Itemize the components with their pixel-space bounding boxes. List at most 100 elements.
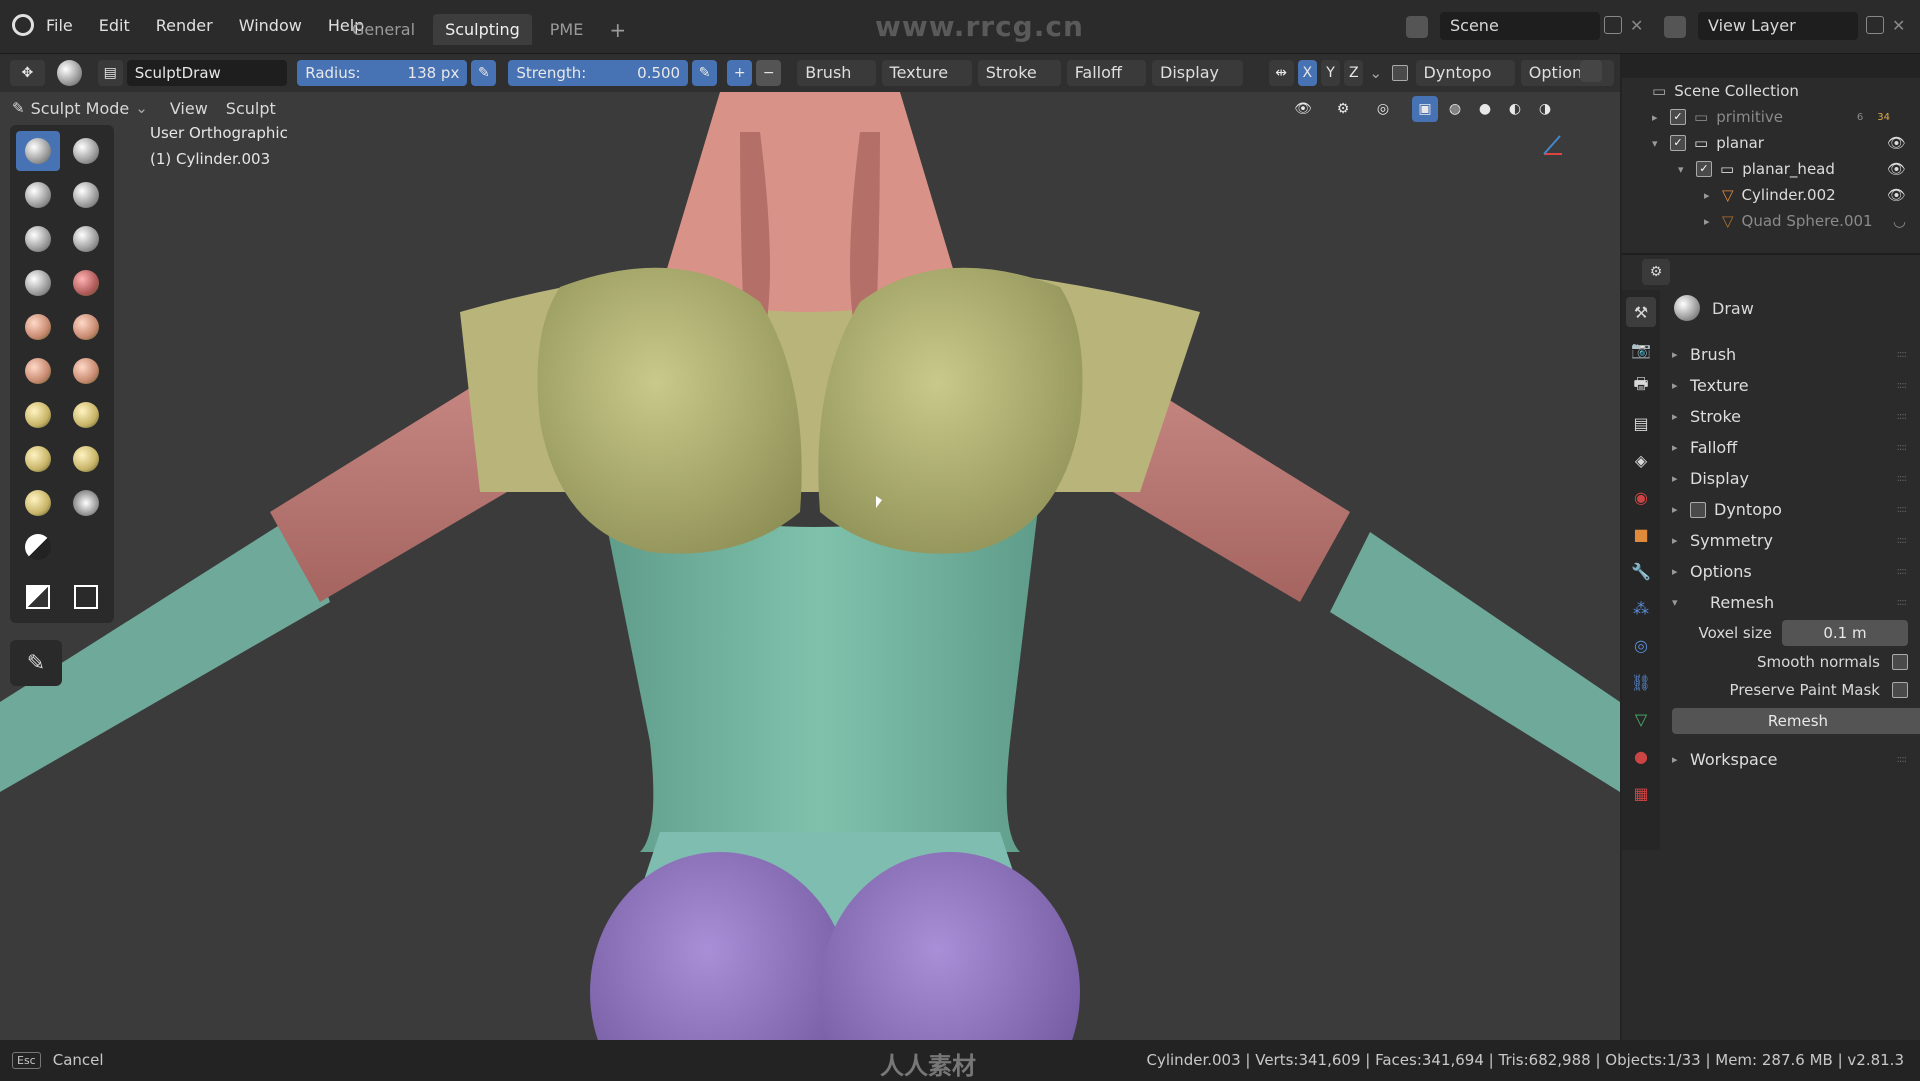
panel-falloff[interactable]: ▸ Falloff::::	[1672, 432, 1914, 463]
blob-tool[interactable]	[16, 263, 60, 303]
tool-settings-toggle-icon[interactable]	[1580, 60, 1602, 82]
close-view-layer-icon[interactable]: ✕	[1892, 16, 1905, 35]
symmetry-chevron-icon[interactable]: ⌄	[1369, 64, 1382, 82]
stroke-dropdown[interactable]: Stroke ⌄	[977, 60, 1061, 108]
box-mask-tool[interactable]	[16, 577, 60, 617]
texture-dropdown[interactable]: Texture ⌄	[881, 60, 972, 108]
collapse-arrow-icon[interactable]: ▾	[1678, 163, 1696, 176]
display-dropdown[interactable]: Display ⌄	[1152, 60, 1243, 108]
view-layer-selector[interactable]: View Layer	[1698, 12, 1858, 40]
view-layer-icon[interactable]	[1664, 16, 1686, 38]
new-scene-icon[interactable]	[1604, 16, 1622, 34]
panel-options[interactable]: ▸ Options::::	[1672, 556, 1914, 587]
sculpt-menu[interactable]: Sculpt	[226, 99, 276, 118]
clay-strips-tool[interactable]	[64, 175, 108, 215]
snake-hook-tool[interactable]	[16, 439, 60, 479]
panel-brush[interactable]: ▸ Brush::::	[1672, 339, 1914, 370]
flatten-tool[interactable]	[64, 307, 108, 347]
properties-editor-type-icon[interactable]: ⚙	[1642, 259, 1670, 285]
rotate-tool[interactable]	[16, 483, 60, 523]
scene-icon[interactable]	[1406, 16, 1428, 38]
box-hide-tool[interactable]	[64, 577, 108, 617]
add-direction-button[interactable]: +	[727, 60, 753, 86]
dyntopo-panel-checkbox[interactable]	[1690, 501, 1706, 518]
outliner-row-planar-head[interactable]: ▾ ✓ ▭ planar_head 👁	[1622, 156, 1920, 182]
3d-viewport[interactable]: User Orthographic (1) Cylinder.003	[0, 92, 1620, 1040]
tool-tab-icon[interactable]: ⚒	[1626, 297, 1656, 327]
simplify-tool[interactable]	[64, 483, 108, 523]
axis-gizmo-icon[interactable]	[1540, 132, 1566, 158]
brush-preview-icon[interactable]	[56, 60, 82, 86]
primitive-checkbox[interactable]: ✓	[1670, 109, 1686, 125]
annotate-tool-icon[interactable]: ✎	[10, 640, 62, 686]
particles-tab-icon[interactable]: ⁂	[1626, 593, 1656, 623]
preserve-mask-checkbox[interactable]	[1892, 682, 1908, 698]
texture-tab-icon[interactable]: ▦	[1626, 778, 1656, 808]
visibility-eye-icon[interactable]: 👁	[1887, 134, 1906, 152]
scene-tab-icon[interactable]: ◈	[1626, 445, 1656, 475]
outliner-row-quad-sphere[interactable]: ▸ ▽ Quad Sphere.001 ◡	[1622, 208, 1920, 234]
crease-tool[interactable]	[64, 263, 108, 303]
rendered-shading-icon[interactable]: ◑	[1532, 96, 1558, 122]
voxel-size-field[interactable]: 0.1 m	[1782, 620, 1908, 646]
draw-sharp-tool[interactable]	[64, 131, 108, 171]
gizmo-icon[interactable]: ⚙	[1330, 96, 1356, 122]
planar-checkbox[interactable]: ✓	[1670, 135, 1686, 151]
brush-dropdown[interactable]: Brush ⌄	[797, 60, 876, 108]
tab-pme[interactable]: PME	[538, 14, 596, 45]
expand-arrow-icon[interactable]: ▸	[1704, 189, 1722, 202]
scene-collection-row[interactable]: ▭ Scene Collection	[1622, 78, 1920, 104]
mirror-x-toggle[interactable]: X	[1297, 60, 1317, 86]
expand-arrow-icon[interactable]: ▸	[1652, 111, 1670, 124]
dyntopo-dropdown[interactable]: Dyntopo ⌄	[1415, 60, 1515, 108]
object-tab-icon[interactable]: ■	[1626, 519, 1656, 549]
outliner-row-cylinder-002[interactable]: ▸ ▽ Cylinder.002 👁	[1622, 182, 1920, 208]
tab-general[interactable]: General	[340, 14, 427, 45]
new-view-layer-icon[interactable]	[1866, 16, 1884, 34]
symmetry-icon[interactable]: ⇹	[1268, 60, 1294, 86]
strength-field[interactable]: Strength: 0.500	[508, 60, 689, 86]
output-tab-icon[interactable]: 🖶	[1626, 371, 1656, 401]
solid-shading-icon[interactable]: ●	[1472, 96, 1498, 122]
panel-stroke[interactable]: ▸ Stroke::::	[1672, 401, 1914, 432]
scrape-tool[interactable]	[64, 351, 108, 391]
mask-tool[interactable]	[16, 527, 60, 567]
add-workspace-button[interactable]: +	[601, 16, 634, 44]
visibility-eye-icon[interactable]: ◡	[1893, 212, 1906, 230]
outliner-row-primitive[interactable]: ▸ ✓ ▭ primitive 6 34	[1622, 104, 1920, 130]
menu-window[interactable]: Window	[239, 16, 302, 35]
visibility-eye-icon[interactable]: 👁	[1887, 160, 1906, 178]
modifier-tab-icon[interactable]: 🔧	[1626, 556, 1656, 586]
overlays-icon[interactable]: ◎	[1370, 96, 1396, 122]
menu-edit[interactable]: Edit	[99, 16, 130, 35]
falloff-dropdown[interactable]: Falloff ⌄	[1066, 60, 1147, 108]
material-tab-icon[interactable]: ●	[1626, 741, 1656, 771]
world-tab-icon[interactable]: ◉	[1626, 482, 1656, 512]
subtract-direction-button[interactable]: −	[756, 60, 782, 86]
remesh-button[interactable]: Remesh	[1672, 708, 1920, 734]
scene-selector[interactable]: Scene	[1440, 12, 1600, 40]
planar-head-checkbox[interactable]: ✓	[1696, 161, 1712, 177]
mirror-z-toggle[interactable]: Z	[1344, 60, 1364, 86]
pinch-tool[interactable]	[16, 395, 60, 435]
editor-type-icon[interactable]: ✥	[10, 60, 45, 86]
menu-render[interactable]: Render	[156, 16, 213, 35]
close-scene-icon[interactable]: ✕	[1630, 16, 1643, 35]
panel-symmetry[interactable]: ▸ Symmetry::::	[1672, 525, 1914, 556]
constraints-tab-icon[interactable]: ⛓	[1626, 667, 1656, 697]
view-menu[interactable]: View	[170, 99, 208, 118]
smooth-normals-checkbox[interactable]	[1892, 654, 1908, 670]
grab-tool[interactable]	[64, 395, 108, 435]
strength-pressure-icon[interactable]: ✎	[692, 60, 718, 86]
dyntopo-checkbox[interactable]	[1392, 65, 1408, 81]
physics-tab-icon[interactable]: ◎	[1626, 630, 1656, 660]
mode-chevron-icon[interactable]: ⌄	[135, 99, 148, 117]
mirror-y-toggle[interactable]: Y	[1320, 60, 1341, 86]
brush-name-field[interactable]: SculptDraw	[126, 60, 288, 86]
menu-file[interactable]: File	[46, 16, 73, 35]
thumb-tool[interactable]	[64, 439, 108, 479]
panel-remesh[interactable]: ▾ Remesh::::	[1672, 587, 1914, 618]
render-tab-icon[interactable]: 📷	[1626, 334, 1656, 364]
fill-tool[interactable]	[16, 351, 60, 391]
clay-tool[interactable]	[16, 175, 60, 215]
